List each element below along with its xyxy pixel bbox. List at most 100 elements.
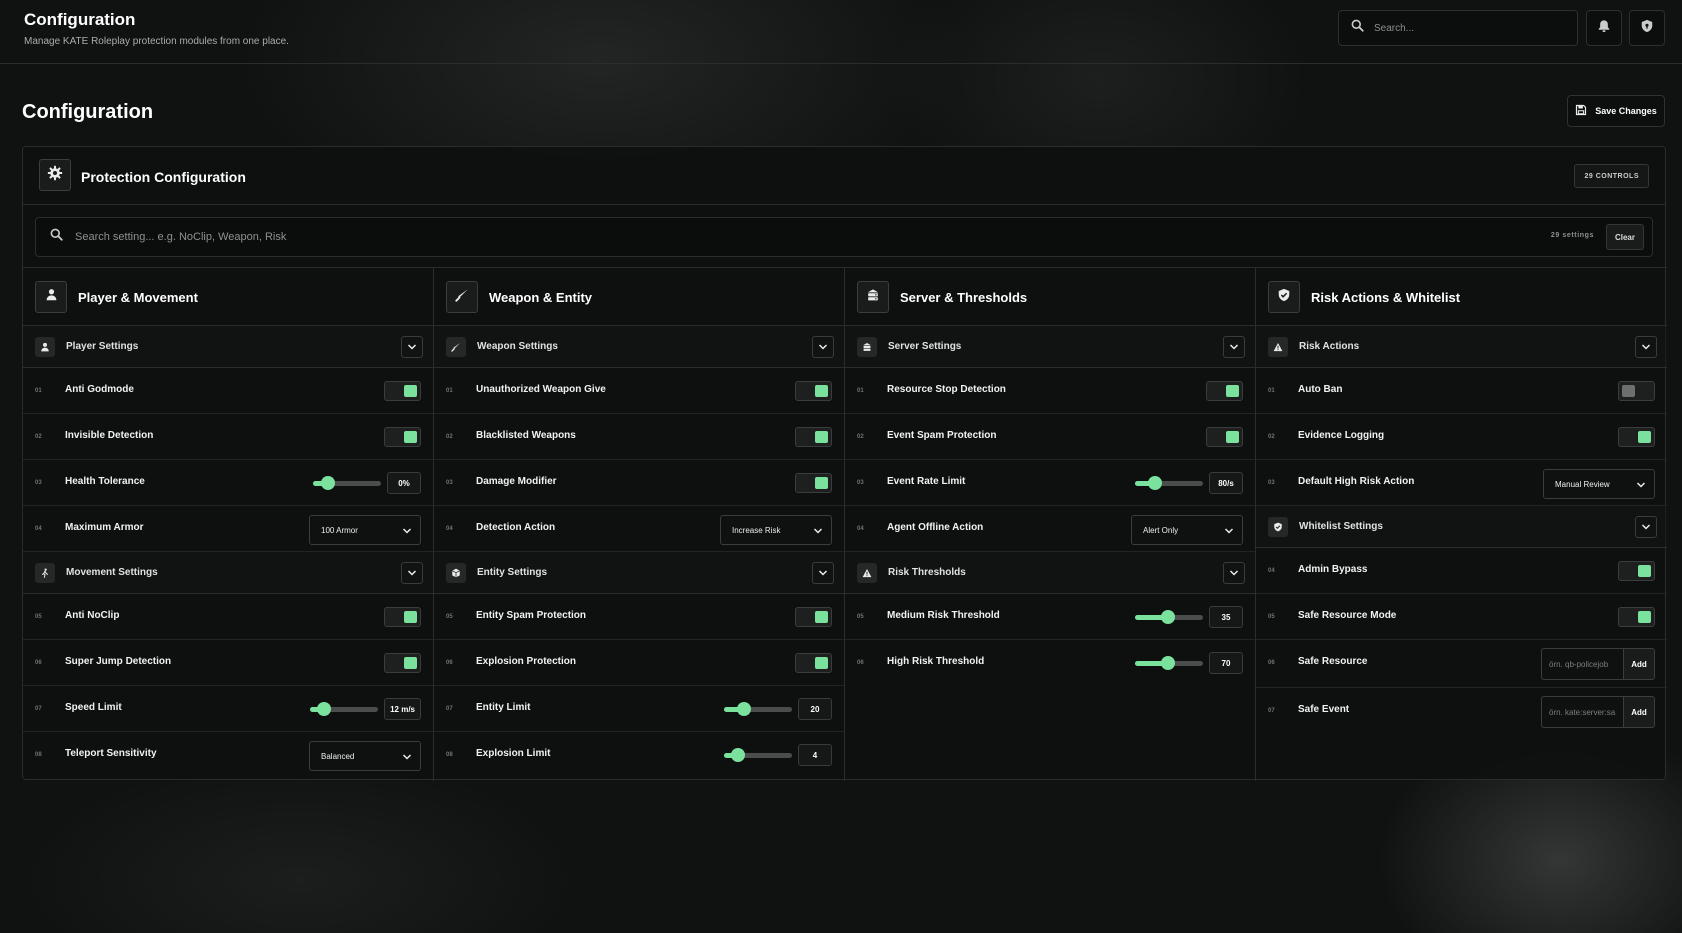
- slider-thumb[interactable]: [316, 701, 331, 716]
- teleport-sensitivity-select[interactable]: Balanced: [309, 741, 421, 771]
- page-title: Configuration: [22, 101, 154, 123]
- section-whitelist-settings[interactable]: Whitelist Settings: [1256, 506, 1667, 548]
- safe-resource-input[interactable]: [1541, 648, 1623, 680]
- setting-label: Default High Risk Action: [1298, 476, 1415, 487]
- chevron-down-icon[interactable]: [812, 336, 834, 358]
- row-number: 05: [1268, 614, 1275, 620]
- controls-count-badge: 29 CONTROLS: [1574, 164, 1649, 188]
- save-changes-button[interactable]: Save Changes: [1567, 95, 1665, 127]
- anti-godmode-toggle[interactable]: [384, 381, 421, 401]
- setting-label: Resource Stop Detection: [887, 384, 1006, 395]
- invisible-detection-toggle[interactable]: [384, 427, 421, 447]
- section-weapon-settings[interactable]: Weapon Settings: [434, 326, 844, 368]
- chevron-down-icon[interactable]: [401, 336, 423, 358]
- safe-event-input[interactable]: [1541, 696, 1623, 728]
- maximum-armor-select[interactable]: 100 Armor: [309, 515, 421, 545]
- row-number: 06: [1268, 660, 1275, 666]
- speed-limit-slider[interactable]: 12 m/s: [310, 698, 421, 720]
- global-search-input[interactable]: [1374, 22, 1554, 34]
- slider-value: 4: [798, 744, 832, 766]
- section-movement-settings[interactable]: Movement Settings: [23, 552, 433, 594]
- slider-thumb[interactable]: [1160, 609, 1175, 624]
- select-value: Increase Risk: [732, 525, 781, 535]
- chevron-down-icon: [1224, 528, 1234, 534]
- explosion-limit-slider[interactable]: 4: [724, 744, 832, 766]
- slider-value: 12 m/s: [384, 698, 421, 720]
- damage-modifier-toggle[interactable]: [795, 473, 832, 493]
- chevron-down-icon: [1636, 482, 1646, 488]
- setting-row-maximum-armor: 04 Maximum Armor 100 Armor: [23, 506, 433, 552]
- setting-label: Health Tolerance: [65, 476, 145, 487]
- event-spam-toggle[interactable]: [1206, 427, 1243, 447]
- detection-action-select[interactable]: Increase Risk: [720, 515, 832, 545]
- setting-label: Safe Resource: [1298, 656, 1368, 667]
- section-risk-thresholds[interactable]: Risk Thresholds: [845, 552, 1255, 594]
- setting-label: Explosion Limit: [476, 748, 551, 759]
- chevron-down-icon[interactable]: [1223, 336, 1245, 358]
- add-safe-resource-button[interactable]: Add: [1623, 648, 1655, 680]
- save-icon: [1575, 104, 1587, 118]
- slider-thumb[interactable]: [320, 475, 335, 490]
- chevron-down-icon[interactable]: [401, 562, 423, 584]
- section-title: Player Settings: [66, 341, 139, 352]
- setting-label: Super Jump Detection: [65, 656, 172, 667]
- chevron-down-icon[interactable]: [1223, 562, 1245, 584]
- user-icon: [45, 288, 58, 306]
- settings-search[interactable]: 29 settings Clear: [35, 217, 1653, 257]
- clear-search-button[interactable]: Clear: [1606, 224, 1644, 250]
- slider-thumb[interactable]: [1160, 655, 1175, 670]
- setting-row-evidence-logging: 02 Evidence Logging: [1256, 414, 1667, 460]
- settings-search-input[interactable]: [75, 231, 1375, 243]
- health-tolerance-slider[interactable]: 0%: [313, 472, 421, 494]
- default-high-risk-select[interactable]: Manual Review: [1543, 469, 1655, 499]
- settings-columns: Player & Movement Player Settings 01 Ant…: [23, 267, 1667, 781]
- chevron-down-icon[interactable]: [812, 562, 834, 584]
- section-risk-actions[interactable]: Risk Actions: [1256, 326, 1667, 368]
- explosion-protection-toggle[interactable]: [795, 653, 832, 673]
- entity-limit-slider[interactable]: 20: [724, 698, 832, 720]
- row-number: 05: [446, 614, 453, 620]
- global-search[interactable]: [1338, 10, 1578, 46]
- shield-check-icon: [1277, 288, 1291, 307]
- section-player-settings[interactable]: Player Settings: [23, 326, 433, 368]
- setting-row-teleport-sensitivity: 08 Teleport Sensitivity Balanced: [23, 732, 433, 778]
- row-number: 04: [1268, 568, 1275, 574]
- chevron-down-icon[interactable]: [1635, 336, 1657, 358]
- section-server-settings[interactable]: Server Settings: [845, 326, 1255, 368]
- select-value: Alert Only: [1143, 525, 1179, 535]
- add-safe-event-button[interactable]: Add: [1623, 696, 1655, 728]
- evidence-logging-toggle[interactable]: [1618, 427, 1655, 447]
- slider-thumb[interactable]: [737, 701, 752, 716]
- row-number: 04: [857, 526, 864, 532]
- section-title: Risk Actions: [1299, 341, 1360, 352]
- safe-resource-mode-toggle[interactable]: [1618, 607, 1655, 627]
- setting-row-auto-ban: 01 Auto Ban: [1256, 368, 1667, 414]
- high-risk-slider[interactable]: 70: [1135, 652, 1243, 674]
- slider-thumb[interactable]: [730, 747, 745, 762]
- chevron-down-icon[interactable]: [1635, 516, 1657, 538]
- blacklisted-weapons-toggle[interactable]: [795, 427, 832, 447]
- resource-stop-toggle[interactable]: [1206, 381, 1243, 401]
- row-number: 03: [35, 480, 42, 486]
- section-entity-settings[interactable]: Entity Settings: [434, 552, 844, 594]
- slider-thumb[interactable]: [1148, 475, 1163, 490]
- column-header: Weapon & Entity: [434, 267, 844, 326]
- event-rate-limit-slider[interactable]: 80/s: [1135, 472, 1243, 494]
- super-jump-toggle[interactable]: [384, 653, 421, 673]
- setting-label: Agent Offline Action: [887, 522, 984, 533]
- column-icon: [446, 281, 478, 313]
- auto-ban-toggle[interactable]: [1618, 381, 1655, 401]
- setting-row-health-tolerance: 03 Health Tolerance 0%: [23, 460, 433, 506]
- notifications-button[interactable]: [1586, 10, 1622, 46]
- column-title: Weapon & Entity: [489, 290, 593, 305]
- setting-label: Evidence Logging: [1298, 430, 1385, 441]
- row-number: 07: [446, 706, 453, 712]
- agent-offline-select[interactable]: Alert Only: [1131, 515, 1243, 545]
- admin-bypass-toggle[interactable]: [1618, 561, 1655, 581]
- medium-risk-slider[interactable]: 35: [1135, 606, 1243, 628]
- unauthorized-weapon-toggle[interactable]: [795, 381, 832, 401]
- setting-row-explosion-protection: 06 Explosion Protection: [434, 640, 844, 686]
- security-button[interactable]: [1629, 10, 1665, 46]
- anti-noclip-toggle[interactable]: [384, 607, 421, 627]
- entity-spam-toggle[interactable]: [795, 607, 832, 627]
